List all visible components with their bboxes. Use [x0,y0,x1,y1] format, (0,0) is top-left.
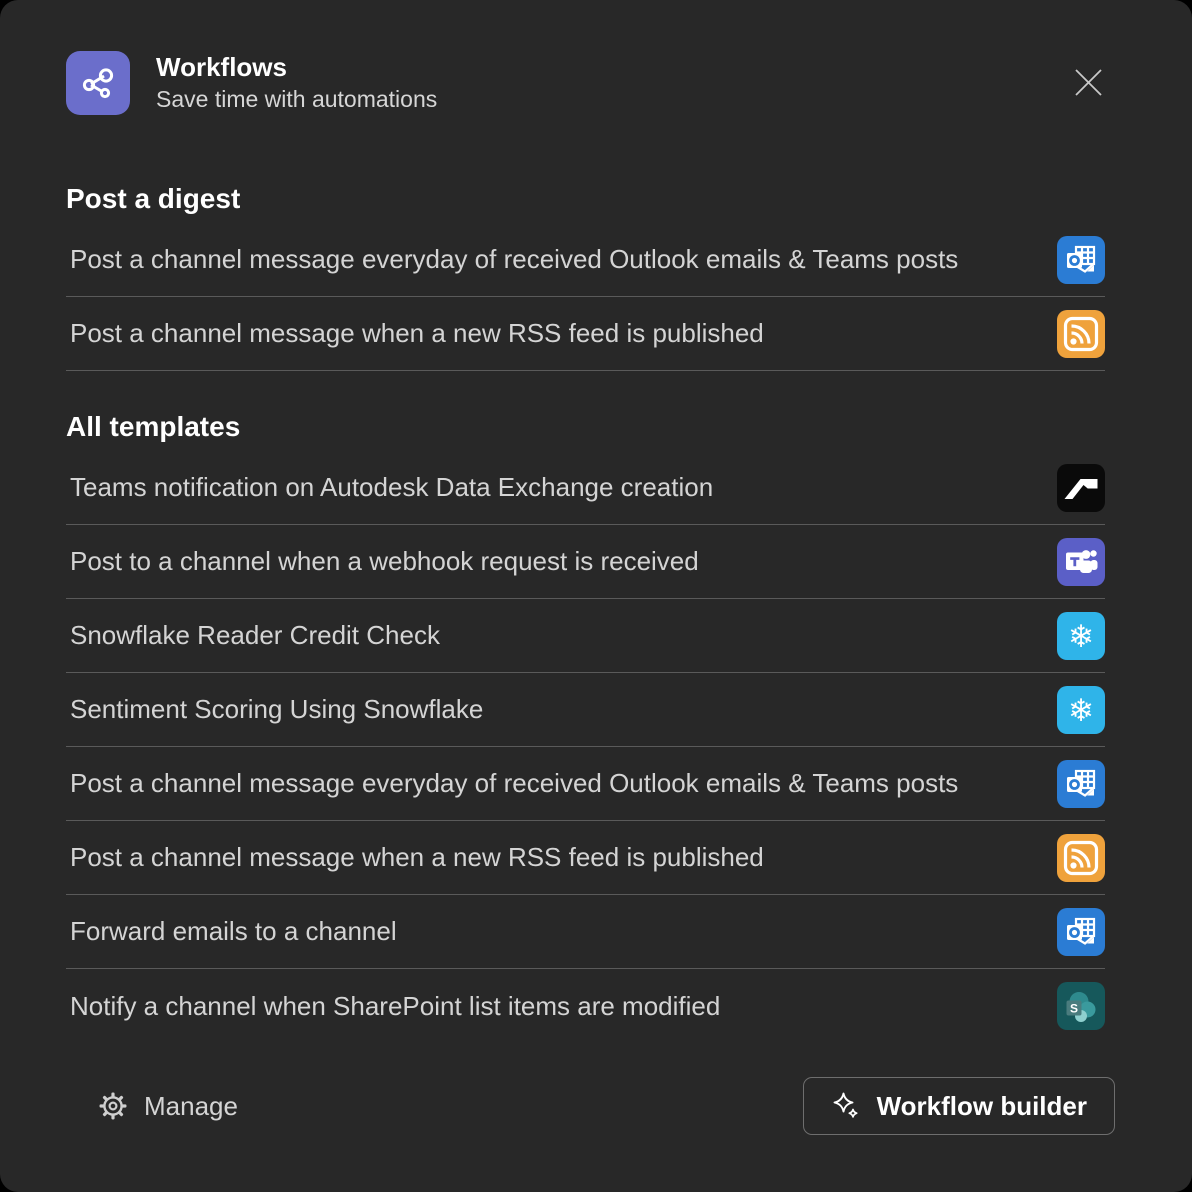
template-row-snowflake-sentiment[interactable]: Sentiment Scoring Using Snowflake [66,673,1105,747]
outlook-icon [1057,760,1105,808]
dialog-title: Workflows [156,50,437,84]
dialog-content: Post a digest Post a channel message eve… [0,183,1192,1043]
workflows-dialog: Workflows Save time with automations Pos… [0,0,1192,1192]
template-row-outlook-everyday[interactable]: Post a channel message everyday of recei… [66,747,1105,821]
outlook-icon [1057,236,1105,284]
template-label: Notify a channel when SharePoint list it… [66,991,1045,1022]
manage-button[interactable]: Manage [98,1091,238,1122]
template-row-rss-published[interactable]: Post a channel message when a new RSS fe… [66,821,1105,895]
workflows-app-icon [66,51,130,115]
template-row-sharepoint-notify[interactable]: Notify a channel when SharePoint list it… [66,969,1105,1043]
template-row-forward-emails[interactable]: Forward emails to a channel [66,895,1105,969]
template-label: Teams notification on Autodesk Data Exch… [66,472,1045,503]
autodesk-icon [1057,464,1105,512]
workflow-builder-button[interactable]: Workflow builder [803,1077,1115,1135]
section-heading: All templates [66,411,1105,443]
snowflake-icon [1057,686,1105,734]
section-heading: Post a digest [66,183,1105,215]
template-label: Post a channel message everyday of recei… [66,768,1045,799]
section-post-a-digest: Post a digest Post a channel message eve… [66,183,1105,371]
outlook-icon [1057,908,1105,956]
dialog-footer: Manage Workflow builder [66,1077,1115,1135]
sharepoint-icon [1057,982,1105,1030]
template-label: Forward emails to a channel [66,916,1045,947]
dialog-subtitle: Save time with automations [156,84,437,115]
gear-icon [98,1091,128,1121]
teams-icon [1057,538,1105,586]
template-row-teams-webhook[interactable]: Post to a channel when a webhook request… [66,525,1105,599]
template-label: Post a channel message when a new RSS fe… [66,318,1045,349]
workflow-builder-label: Workflow builder [877,1091,1087,1122]
header-text: Workflows Save time with automations [156,50,437,115]
snowflake-icon [1057,612,1105,660]
template-row-snowflake-credit[interactable]: Snowflake Reader Credit Check [66,599,1105,673]
close-button[interactable] [1068,62,1108,102]
rss-icon [1057,834,1105,882]
template-label: Post a channel message everyday of recei… [66,244,1045,275]
dialog-header: Workflows Save time with automations [0,0,1192,115]
template-label: Post a channel message when a new RSS fe… [66,842,1045,873]
template-row-outlook-digest[interactable]: Post a channel message everyday of recei… [66,223,1105,297]
template-label: Post to a channel when a webhook request… [66,546,1045,577]
section-all-templates: All templates Teams notification on Auto… [66,411,1105,1043]
template-row-autodesk[interactable]: Teams notification on Autodesk Data Exch… [66,451,1105,525]
rss-icon [1057,310,1105,358]
close-icon [1075,69,1102,96]
sparkle-icon [831,1091,861,1121]
template-label: Snowflake Reader Credit Check [66,620,1045,651]
template-row-rss-digest[interactable]: Post a channel message when a new RSS fe… [66,297,1105,371]
workflow-nodes-icon [78,63,118,103]
manage-label: Manage [144,1091,238,1122]
template-label: Sentiment Scoring Using Snowflake [66,694,1045,725]
